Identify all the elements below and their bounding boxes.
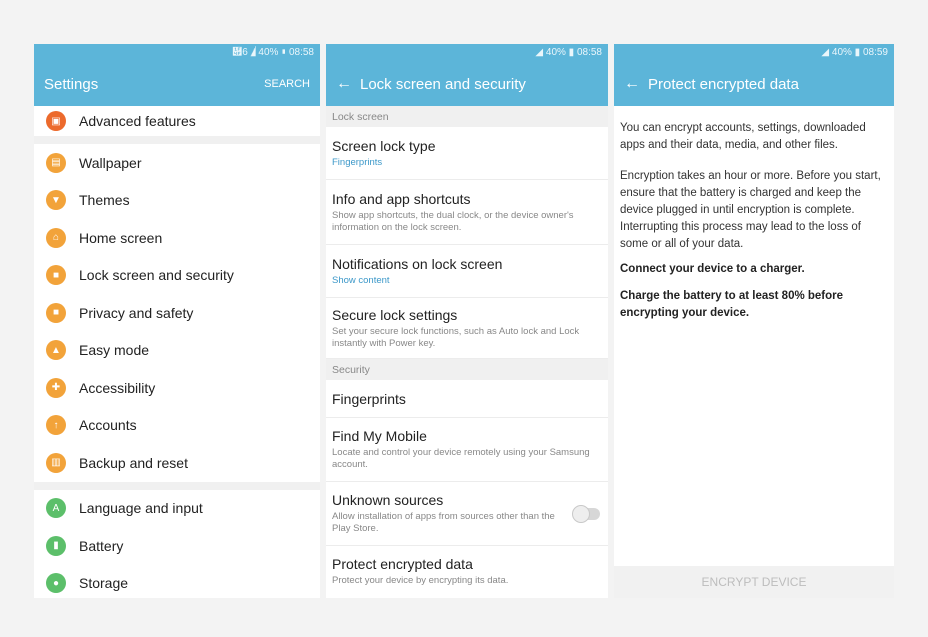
accessibility-icon: ✚: [46, 377, 66, 398]
row-title: Find My Mobile: [332, 428, 427, 444]
page-title: Protect encrypted data: [648, 75, 799, 93]
settings-item-language[interactable]: A Language and input: [34, 490, 320, 528]
settings-item-wallpaper[interactable]: ▤ Wallpaper: [34, 144, 320, 182]
row-subtitle: Show content: [332, 274, 390, 286]
page-title: Settings: [44, 75, 99, 93]
unknown-sources-toggle[interactable]: [572, 504, 600, 523]
key-icon: ↑: [46, 415, 66, 436]
encrypt-paragraph: Encryption takes an hour or more. Before…: [620, 170, 881, 250]
backup-icon: ▥: [46, 452, 66, 473]
settings-item-privacy[interactable]: ■ Privacy and safety: [34, 294, 320, 332]
row-subtitle: Show app shortcuts, the dual clock, or t…: [332, 209, 574, 233]
row-title: Unknown sources: [332, 492, 444, 508]
settings-item-battery[interactable]: ▮ Battery: [34, 527, 320, 565]
settings-panel: ὏6 ◢ 40% ▮ 08:58 Settings SEARCH ▣ Advan…: [34, 44, 320, 598]
row-find-my-mobile[interactable]: Find My Mobile Locate and control your d…: [326, 418, 608, 482]
settings-app-bar: Settings SEARCH: [34, 62, 320, 106]
settings-item-label: Wallpaper: [79, 154, 142, 171]
storage-icon: ●: [46, 573, 66, 594]
settings-item-label: Backup and reset: [79, 454, 188, 471]
encrypt-warning: Connect your device to a charger.: [620, 263, 805, 275]
row-subtitle: Fingerprints: [332, 156, 383, 168]
settings-item-lock-screen[interactable]: ■ Lock screen and security: [34, 257, 320, 295]
settings-item-storage[interactable]: ● Storage: [34, 565, 320, 599]
settings-item-label: Accessibility: [79, 379, 156, 396]
settings-item-label: Storage: [79, 575, 129, 592]
status-bar: ὏6 ◢ 40% ▮ 08:58: [34, 44, 320, 62]
encrypt-panel: ◢ 40% ▮ 08:59 ← Protect encrypted data Y…: [614, 44, 894, 598]
row-protect-encrypted-data[interactable]: Protect encrypted data Protect your devi…: [326, 546, 608, 596]
row-secure-lock-settings[interactable]: Secure lock settings Set your secure loc…: [326, 298, 608, 359]
lock-icon: ■: [46, 265, 66, 286]
settings-item-label: Easy mode: [79, 342, 150, 359]
settings-item-label: Themes: [79, 192, 130, 209]
language-icon: A: [46, 498, 66, 519]
row-title: Fingerprints: [332, 390, 406, 407]
page-title: Lock screen and security: [360, 75, 526, 93]
settings-item-label: Privacy and safety: [79, 304, 194, 321]
divider: [34, 481, 320, 490]
lock-screen-panel: ◢ 40% ▮ 08:58 ← Lock screen and security…: [326, 44, 608, 598]
settings-item-label: Lock screen and security: [79, 267, 234, 284]
row-subtitle: Locate and control your device remotely …: [332, 447, 590, 470]
row-title: Info and app shortcuts: [332, 190, 471, 207]
encrypt-paragraph: You can encrypt accounts, settings, down…: [620, 122, 866, 151]
settings-item-home-screen[interactable]: ⌂ Home screen: [34, 219, 320, 257]
advanced-features-icon: ▣: [46, 111, 66, 131]
row-title: Protect encrypted data: [332, 555, 473, 572]
divider: [34, 136, 320, 144]
row-subtitle: Protect your device by encrypting its da…: [332, 574, 509, 586]
settings-item-label: Advanced features: [79, 113, 196, 129]
encrypt-description: You can encrypt accounts, settings, down…: [614, 106, 894, 322]
encrypt-warning: Charge the battery to at least 80% befor…: [620, 290, 844, 319]
settings-item-easy-mode[interactable]: ▲ Easy mode: [34, 332, 320, 370]
toggle-knob: [572, 504, 590, 523]
row-title: Notifications on lock screen: [332, 255, 503, 272]
battery-icon: ▮: [46, 535, 66, 556]
back-arrow-icon[interactable]: ←: [336, 75, 352, 93]
encrypt-device-button[interactable]: ENCRYPT DEVICE: [614, 566, 894, 598]
settings-item-label: Battery: [79, 537, 124, 554]
row-notifications-lock-screen[interactable]: Notifications on lock screen Show conten…: [326, 245, 608, 298]
row-title: Secure lock settings: [332, 306, 458, 323]
themes-icon: ▼: [46, 190, 66, 211]
settings-item-label: Language and input: [79, 500, 203, 517]
home-icon: ⌂: [46, 227, 66, 248]
row-info-app-shortcuts[interactable]: Info and app shortcuts Show app shortcut…: [326, 180, 608, 245]
row-unknown-sources[interactable]: Unknown sources Allow installation of ap…: [326, 482, 608, 546]
row-screen-lock-type[interactable]: Screen lock type Fingerprints: [326, 127, 608, 180]
settings-item-label: Accounts: [79, 417, 137, 434]
search-button[interactable]: SEARCH: [264, 78, 310, 90]
status-bar: ◢ 40% ▮ 08:58: [326, 44, 608, 62]
row-fingerprints[interactable]: Fingerprints: [326, 380, 608, 418]
settings-item-themes[interactable]: ▼ Themes: [34, 182, 320, 220]
status-bar: ◢ 40% ▮ 08:59: [614, 44, 894, 62]
row-subtitle: Allow installation of apps from sources …: [332, 511, 555, 534]
privacy-icon: ■: [46, 302, 66, 323]
section-header-lock-screen: Lock screen: [326, 106, 608, 127]
settings-item-accounts[interactable]: ↑ Accounts: [34, 407, 320, 445]
wallpaper-icon: ▤: [46, 152, 66, 173]
easy-mode-icon: ▲: [46, 340, 66, 361]
row-title: Screen lock type: [332, 137, 436, 154]
back-arrow-icon[interactable]: ←: [624, 75, 640, 93]
settings-item-advanced-features[interactable]: ▣ Advanced features: [34, 106, 320, 136]
settings-item-accessibility[interactable]: ✚ Accessibility: [34, 369, 320, 407]
encrypt-app-bar: ← Protect encrypted data: [614, 62, 894, 106]
row-subtitle: Set your secure lock functions, such as …: [332, 325, 580, 349]
lock-screen-app-bar: ← Lock screen and security: [326, 62, 608, 106]
section-header-security: Security: [326, 359, 608, 380]
settings-item-backup[interactable]: ▥ Backup and reset: [34, 444, 320, 482]
settings-item-label: Home screen: [79, 229, 163, 246]
